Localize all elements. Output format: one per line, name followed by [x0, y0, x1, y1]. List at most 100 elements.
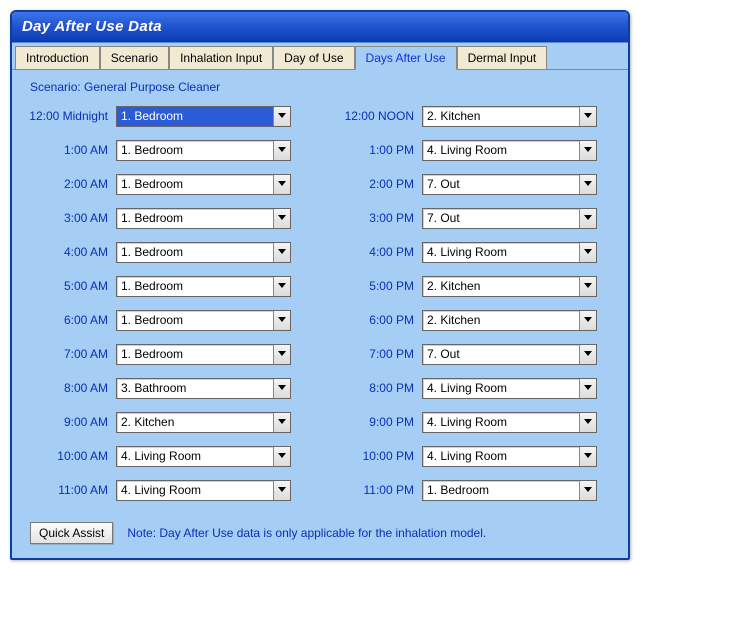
chevron-down-icon[interactable] [579, 345, 596, 364]
chevron-down-icon[interactable] [273, 447, 290, 466]
tab-introduction[interactable]: Introduction [15, 46, 100, 69]
chevron-down-icon[interactable] [273, 277, 290, 296]
chevron-down-icon[interactable] [579, 107, 596, 126]
select-value: 2. Kitchen [423, 277, 579, 296]
time-label: 5:00 AM [26, 279, 116, 293]
location-select[interactable]: 4. Living Room [116, 480, 291, 501]
window-titlebar: Day After Use Data [12, 12, 628, 42]
location-select[interactable]: 4. Living Room [422, 140, 597, 161]
location-select[interactable]: 2. Kitchen [422, 106, 597, 127]
location-select[interactable]: 1. Bedroom [116, 174, 291, 195]
time-label: 12:00 Midnight [26, 109, 116, 123]
hour-row: 4:00 PM4. Living Room [332, 240, 616, 264]
hour-row: 3:00 AM1. Bedroom [26, 206, 310, 230]
select-value: 1. Bedroom [117, 141, 273, 160]
chevron-down-icon[interactable] [273, 243, 290, 262]
location-select[interactable]: 4. Living Room [422, 412, 597, 433]
location-select[interactable]: 1. Bedroom [116, 344, 291, 365]
location-select[interactable]: 4. Living Room [422, 242, 597, 263]
location-select[interactable]: 1. Bedroom [116, 140, 291, 161]
select-value: 1. Bedroom [117, 277, 273, 296]
select-value: 1. Bedroom [117, 209, 273, 228]
location-select[interactable]: 2. Kitchen [422, 310, 597, 331]
location-select[interactable]: 1. Bedroom [116, 106, 291, 127]
select-value: 4. Living Room [423, 243, 579, 262]
time-label: 10:00 PM [332, 449, 422, 463]
chevron-down-icon[interactable] [273, 175, 290, 194]
chevron-down-icon[interactable] [579, 413, 596, 432]
time-label: 9:00 AM [26, 415, 116, 429]
hour-row: 1:00 PM4. Living Room [332, 138, 616, 162]
tab-day-of-use[interactable]: Day of Use [273, 46, 354, 69]
scenario-prefix: Scenario: [30, 80, 84, 94]
location-select[interactable]: 7. Out [422, 208, 597, 229]
app-window: Day After Use Data IntroductionScenarioI… [10, 10, 630, 560]
chevron-down-icon[interactable] [273, 413, 290, 432]
chevron-down-icon[interactable] [579, 141, 596, 160]
location-select[interactable]: 1. Bedroom [116, 242, 291, 263]
tab-inhalation-input[interactable]: Inhalation Input [169, 46, 273, 69]
time-label: 12:00 NOON [332, 109, 422, 123]
chevron-down-icon[interactable] [579, 379, 596, 398]
time-label: 11:00 PM [332, 483, 422, 497]
footer-note: Note: Day After Use data is only applica… [127, 526, 486, 540]
chevron-down-icon[interactable] [579, 209, 596, 228]
location-select[interactable]: 2. Kitchen [422, 276, 597, 297]
tab-content: Scenario: General Purpose Cleaner 12:00 … [12, 70, 628, 558]
location-select[interactable]: 1. Bedroom [116, 276, 291, 297]
chevron-down-icon[interactable] [273, 311, 290, 330]
chevron-down-icon[interactable] [273, 209, 290, 228]
chevron-down-icon[interactable] [273, 107, 290, 126]
chevron-down-icon[interactable] [273, 141, 290, 160]
hour-row: 9:00 PM4. Living Room [332, 410, 616, 434]
chevron-down-icon[interactable] [579, 175, 596, 194]
location-select[interactable]: 1. Bedroom [116, 208, 291, 229]
quick-assist-button[interactable]: Quick Assist [30, 522, 113, 544]
location-select[interactable]: 7. Out [422, 174, 597, 195]
hour-row: 7:00 PM7. Out [332, 342, 616, 366]
select-value: 1. Bedroom [117, 345, 273, 364]
time-label: 4:00 PM [332, 245, 422, 259]
column-am: 12:00 Midnight1. Bedroom1:00 AM1. Bedroo… [26, 104, 310, 512]
chevron-down-icon[interactable] [579, 311, 596, 330]
hour-row: 10:00 PM4. Living Room [332, 444, 616, 468]
time-label: 11:00 AM [26, 483, 116, 497]
location-select[interactable]: 3. Bathroom [116, 378, 291, 399]
chevron-down-icon[interactable] [273, 481, 290, 500]
select-value: 2. Kitchen [423, 311, 579, 330]
location-select[interactable]: 2. Kitchen [116, 412, 291, 433]
chevron-down-icon[interactable] [273, 345, 290, 364]
location-select[interactable]: 4. Living Room [422, 378, 597, 399]
chevron-down-icon[interactable] [579, 243, 596, 262]
select-value: 4. Living Room [117, 481, 273, 500]
chevron-down-icon[interactable] [579, 277, 596, 296]
scenario-name: General Purpose Cleaner [84, 80, 220, 94]
location-select[interactable]: 1. Bedroom [116, 310, 291, 331]
location-select[interactable]: 1. Bedroom [422, 480, 597, 501]
window-title: Day After Use Data [22, 18, 162, 35]
hour-row: 12:00 Midnight1. Bedroom [26, 104, 310, 128]
location-select[interactable]: 4. Living Room [116, 446, 291, 467]
time-label: 3:00 PM [332, 211, 422, 225]
chevron-down-icon[interactable] [579, 447, 596, 466]
column-pm: 12:00 NOON2. Kitchen1:00 PM4. Living Roo… [332, 104, 616, 512]
hour-row: 3:00 PM7. Out [332, 206, 616, 230]
tab-dermal-input[interactable]: Dermal Input [457, 46, 548, 69]
chevron-down-icon[interactable] [579, 481, 596, 500]
select-value: 1. Bedroom [117, 311, 273, 330]
location-select[interactable]: 7. Out [422, 344, 597, 365]
select-value: 4. Living Room [423, 141, 579, 160]
hour-row: 2:00 PM7. Out [332, 172, 616, 196]
location-select[interactable]: 4. Living Room [422, 446, 597, 467]
hour-row: 2:00 AM1. Bedroom [26, 172, 310, 196]
select-value: 4. Living Room [423, 447, 579, 466]
select-value: 4. Living Room [423, 413, 579, 432]
chevron-down-icon[interactable] [273, 379, 290, 398]
tab-days-after-use[interactable]: Days After Use [355, 46, 457, 70]
hour-row: 8:00 AM3. Bathroom [26, 376, 310, 400]
tab-scenario[interactable]: Scenario [100, 46, 169, 69]
time-label: 1:00 AM [26, 143, 116, 157]
select-value: 3. Bathroom [117, 379, 273, 398]
time-label: 1:00 PM [332, 143, 422, 157]
hour-grid: 12:00 Midnight1. Bedroom1:00 AM1. Bedroo… [26, 104, 616, 512]
